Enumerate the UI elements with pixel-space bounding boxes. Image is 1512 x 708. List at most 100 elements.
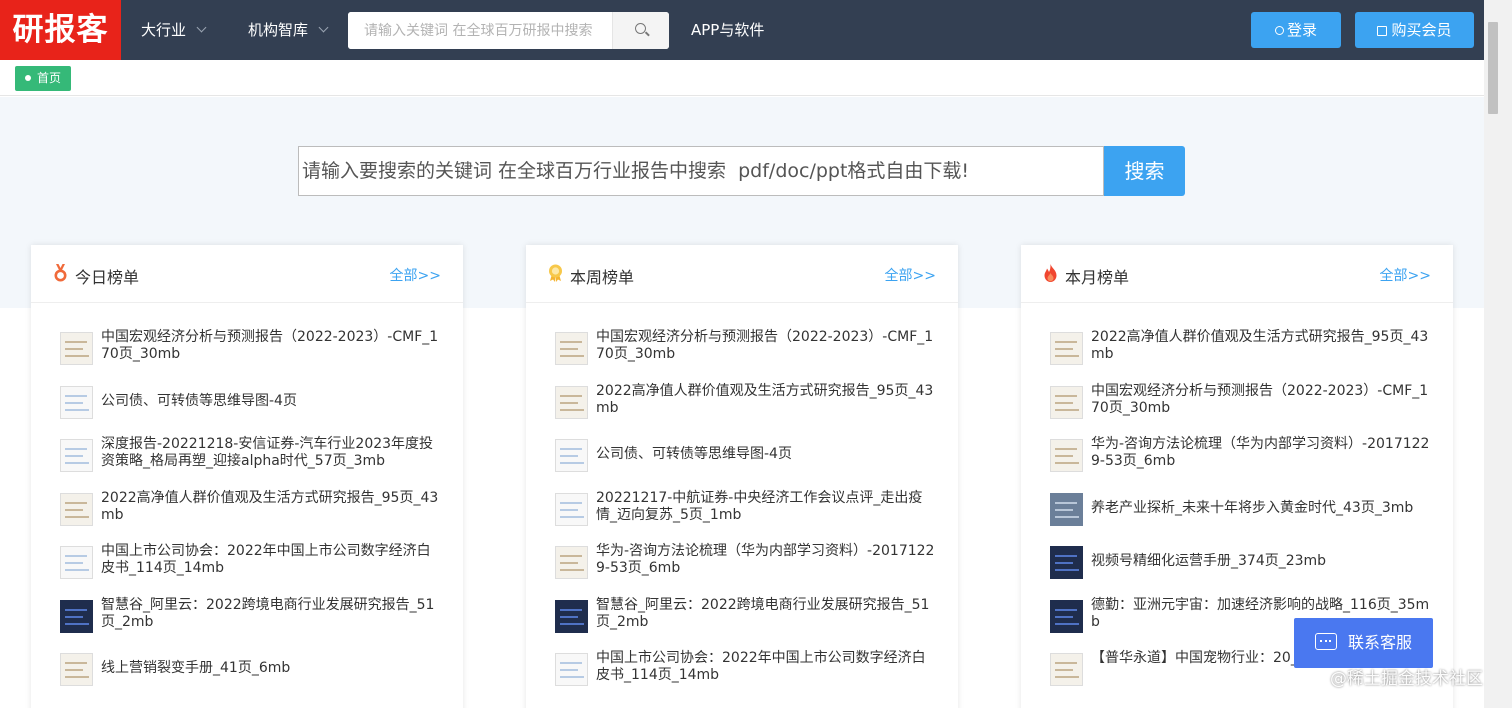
nav-industry-label: 大行业	[141, 21, 187, 39]
breadcrumb-label: 首页	[37, 71, 62, 85]
report-thumbnail	[555, 439, 588, 472]
report-thumbnail	[1050, 546, 1083, 579]
list-item[interactable]: 20221217-中航证券-中央经济工作会议点评_走出疫情_迈向复苏_5页_1m…	[526, 490, 958, 544]
list-item[interactable]: 视频号精细化运营手册_374页_23mb	[1021, 543, 1453, 597]
report-thumbnail	[1050, 385, 1083, 419]
report-title[interactable]: 20221217-中航证券-中央经济工作会议点评_走出疫情_迈向复苏_5页_1m…	[596, 490, 936, 524]
flame-icon	[1044, 264, 1057, 282]
card-header: 本月榜单 全部>>	[1021, 245, 1453, 303]
report-thumbnail	[60, 546, 93, 579]
report-title[interactable]: 养老产业探析_未来十年将步入黄金时代_43页_3mb	[1091, 500, 1431, 517]
medal-icon	[54, 264, 67, 282]
report-title[interactable]: 中国上市公司协会：2022年中国上市公司数字经济白皮书_114页_14mb	[596, 650, 936, 684]
shopping-bag-icon	[1377, 26, 1388, 36]
login-label: 登录	[1286, 21, 1317, 39]
report-thumbnail	[60, 492, 93, 526]
list-item[interactable]: 智慧谷_阿里云：2022跨境电商行业发展研究报告_51页_2mb	[31, 597, 463, 651]
ranking-card-week: 本周榜单 全部>> 中国宏观经济分析与预测报告（2022-2023）-CMF_1…	[526, 245, 958, 708]
dot-icon	[25, 75, 31, 81]
report-thumbnail	[1050, 599, 1083, 633]
report-title[interactable]: 中国宏观经济分析与预测报告（2022-2023）-CMF_170页_30mb	[101, 329, 441, 363]
nav-apps[interactable]: APP与软件	[691, 0, 764, 60]
list-item[interactable]: 中国宏观经济分析与预测报告（2022-2023）-CMF_170页_30mb	[1021, 383, 1453, 437]
header-search-button[interactable]	[612, 12, 669, 49]
report-title[interactable]: 中国上市公司协会：2022年中国上市公司数字经济白皮书_114页_14mb	[101, 543, 441, 577]
report-title[interactable]: 深度报告-20221218-安信证券-汽车行业2023年度投资策略_格局再塑_迎…	[101, 436, 441, 470]
report-thumbnail	[555, 492, 588, 526]
customer-service-button[interactable]: 联系客服	[1294, 618, 1433, 668]
breadcrumb-bar	[0, 60, 1484, 96]
report-title[interactable]: 华为-咨询方法论梳理（华为内部学习资料）-20171229-53页_6mb	[1091, 436, 1431, 470]
list-item[interactable]: 深度报告-20221218-安信证券-汽车行业2023年度投资策略_格局再塑_迎…	[31, 436, 463, 490]
ranking-card-today: 今日榜单 全部>> 中国宏观经济分析与预测报告（2022-2023）-CMF_1…	[31, 245, 463, 708]
header-search-input[interactable]	[348, 12, 612, 49]
report-title[interactable]: 公司债、可转债等思维导图-4页	[101, 393, 441, 410]
report-thumbnail	[555, 385, 588, 419]
list-item[interactable]: 智慧谷_阿里云：2022跨境电商行业发展研究报告_51页_2mb	[526, 597, 958, 651]
hero-search-input[interactable]	[299, 147, 1103, 195]
hero-search-button[interactable]: 搜索	[1104, 146, 1185, 196]
nav-institutions[interactable]: 机构智库	[248, 0, 329, 60]
search-icon	[635, 23, 646, 34]
list-item[interactable]: 中国上市公司协会：2022年中国上市公司数字经济白皮书_114页_14mb	[31, 543, 463, 597]
report-thumbnail	[555, 653, 588, 686]
list-item[interactable]: 华为-咨询方法论梳理（华为内部学习资料）-20171229-53页_6mb	[1021, 436, 1453, 490]
list-item[interactable]: 中国上市公司协会：2022年中国上市公司数字经济白皮书_114页_14mb	[526, 650, 958, 704]
report-thumbnail	[555, 546, 588, 579]
card-header: 今日榜单 全部>>	[31, 245, 463, 303]
buy-label: 购买会员	[1391, 21, 1452, 39]
report-list: 中国宏观经济分析与预测报告（2022-2023）-CMF_170页_30mb 公…	[31, 329, 463, 704]
chevron-down-icon	[318, 22, 329, 33]
report-title[interactable]: 中国宏观经济分析与预测报告（2022-2023）-CMF_170页_30mb	[596, 329, 936, 363]
site-logo[interactable]: 研报客	[0, 0, 121, 60]
top-nav-bar: 研报客 大行业 机构智库 APP与软件 登录 购买会员	[0, 0, 1484, 60]
card-title: 本月榜单	[1065, 268, 1130, 287]
report-thumbnail	[1050, 492, 1083, 526]
nav-industry[interactable]: 大行业	[141, 0, 207, 60]
report-title[interactable]: 智慧谷_阿里云：2022跨境电商行业发展研究报告_51页_2mb	[101, 597, 441, 631]
report-thumbnail	[60, 653, 93, 686]
report-title[interactable]: 2022高净值人群价值观及生活方式研究报告_95页_43mb	[1091, 329, 1431, 363]
view-all-link[interactable]: 全部>>	[390, 265, 441, 285]
buy-membership-button[interactable]: 购买会员	[1355, 12, 1474, 48]
report-title[interactable]: 华为-咨询方法论梳理（华为内部学习资料）-20171229-53页_6mb	[596, 543, 936, 577]
list-item[interactable]: 2022高净值人群价值观及生活方式研究报告_95页_43mb	[526, 383, 958, 437]
nav-institutions-label: 机构智库	[248, 21, 309, 39]
report-thumbnail	[1050, 653, 1083, 686]
report-thumbnail	[555, 332, 588, 365]
card-header: 本周榜单 全部>>	[526, 245, 958, 303]
card-title: 本周榜单	[570, 268, 635, 287]
list-item[interactable]: 华为-咨询方法论梳理（华为内部学习资料）-20171229-53页_6mb	[526, 543, 958, 597]
report-thumbnail	[60, 599, 93, 633]
award-ribbon-icon	[549, 264, 562, 282]
list-item[interactable]: 线上营销裂变手册_41页_6mb	[31, 650, 463, 704]
list-item[interactable]: 公司债、可转债等思维导图-4页	[526, 436, 958, 490]
report-thumbnail	[1050, 332, 1083, 365]
report-title[interactable]: 视频号精细化运营手册_374页_23mb	[1091, 553, 1431, 570]
report-title[interactable]: 线上营销裂变手册_41页_6mb	[101, 660, 441, 677]
breadcrumb-home[interactable]: 首页	[15, 66, 71, 91]
list-item[interactable]: 中国宏观经济分析与预测报告（2022-2023）-CMF_170页_30mb	[31, 329, 463, 383]
view-all-link[interactable]: 全部>>	[1380, 265, 1431, 285]
list-item[interactable]: 2022高净值人群价值观及生活方式研究报告_95页_43mb	[31, 490, 463, 544]
report-title[interactable]: 2022高净值人群价值观及生活方式研究报告_95页_43mb	[596, 383, 936, 417]
watermark: @稀土掘金技术社区	[1330, 669, 1483, 689]
report-thumbnail	[60, 385, 93, 419]
list-item[interactable]: 2022高净值人群价值观及生活方式研究报告_95页_43mb	[1021, 329, 1453, 383]
report-title[interactable]: 中国宏观经济分析与预测报告（2022-2023）-CMF_170页_30mb	[1091, 383, 1431, 417]
report-title[interactable]: 公司债、可转债等思维导图-4页	[596, 446, 936, 463]
list-item[interactable]: 公司债、可转债等思维导图-4页	[31, 383, 463, 437]
list-item[interactable]: 养老产业探析_未来十年将步入黄金时代_43页_3mb	[1021, 490, 1453, 544]
card-title: 今日榜单	[75, 268, 140, 287]
view-all-link[interactable]: 全部>>	[885, 265, 936, 285]
header-search	[348, 12, 669, 49]
chat-bubble-icon	[1315, 633, 1337, 650]
customer-service-label: 联系客服	[1348, 633, 1413, 652]
report-title[interactable]: 2022高净值人群价值观及生活方式研究报告_95页_43mb	[101, 490, 441, 524]
hero-search-box	[298, 146, 1104, 196]
report-thumbnail	[1050, 439, 1083, 472]
list-item[interactable]: 中国宏观经济分析与预测报告（2022-2023）-CMF_170页_30mb	[526, 329, 958, 383]
scrollbar-thumb[interactable]	[1488, 22, 1498, 114]
report-title[interactable]: 智慧谷_阿里云：2022跨境电商行业发展研究报告_51页_2mb	[596, 597, 936, 631]
login-button[interactable]: 登录	[1251, 12, 1341, 48]
